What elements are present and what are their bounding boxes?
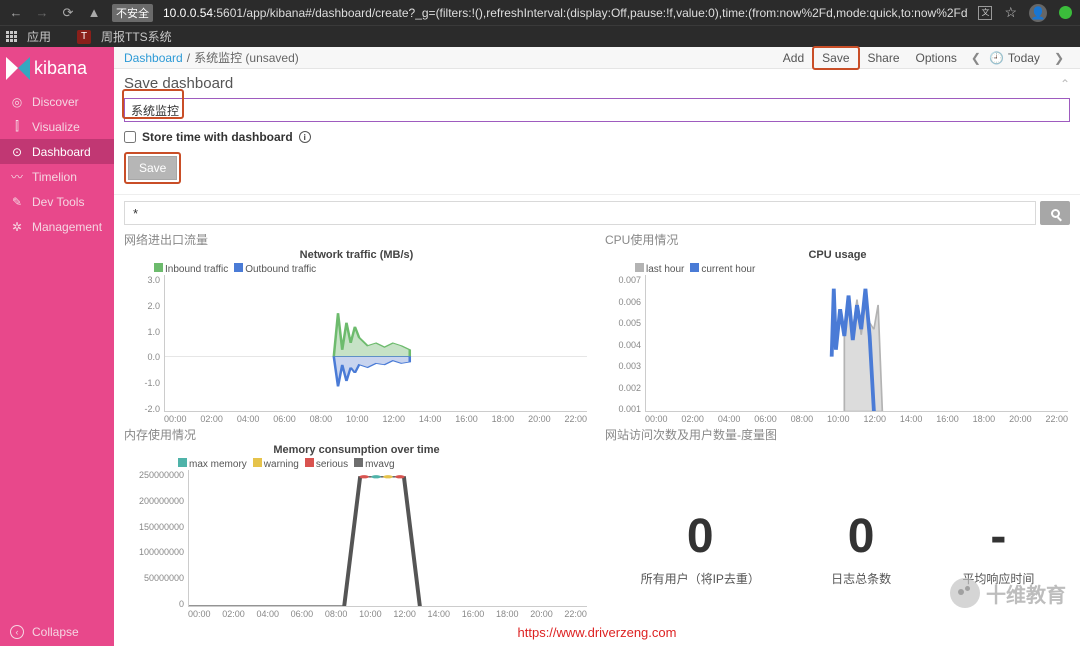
- panel-title: 网站访问次数及用户数量-度量图: [605, 426, 1070, 444]
- apps-label[interactable]: 应用: [27, 28, 51, 45]
- collapse-label: Collapse: [32, 625, 79, 639]
- watermark: 十维教育: [950, 578, 1066, 608]
- bookmark-star-icon[interactable]: ☆: [1004, 4, 1017, 21]
- sidebar-nav: ◎ Discover ⫿ Visualize ⊙ Dashboard 〰 Timelio…: [0, 89, 114, 239]
- address-bar[interactable]: 10.0.0.54:5601/app/kibana#/dashboard/cre…: [163, 6, 968, 20]
- panel-cpu: CPU使用情况 CPU usage last hour current hour…: [605, 231, 1070, 426]
- info-icon[interactable]: i: [299, 131, 311, 143]
- clock-icon: 🕘: [989, 51, 1004, 65]
- time-range[interactable]: Today: [1006, 48, 1048, 68]
- panel-title: 网络进出口流量: [124, 231, 589, 249]
- sidebar-item-management[interactable]: ✲ Management: [0, 214, 114, 239]
- footer-url: https://www.driverzeng.com: [114, 625, 1080, 640]
- browser-toolbar: ← → ⟳ ▲ 不安全 10.0.0.54:5601/app/kibana#/d…: [0, 0, 1080, 25]
- wechat-icon: [950, 578, 980, 608]
- chart-network: 3.02.01.00.0-1.0-2.0 00:0002:0004:0006:0…: [124, 275, 589, 426]
- sidebar-item-devtools[interactable]: ✎ Dev Tools: [0, 189, 114, 214]
- profile-icon[interactable]: 👤: [1029, 4, 1047, 22]
- visualize-icon: ⫿: [10, 119, 24, 134]
- collapse-sidebar[interactable]: ‹ Collapse: [0, 618, 114, 646]
- sidebar-label: Dashboard: [32, 145, 91, 159]
- crumb-dashboard[interactable]: Dashboard: [124, 51, 183, 65]
- forward-icon[interactable]: →: [34, 5, 50, 20]
- sidebar-label: Dev Tools: [32, 195, 84, 209]
- collapse-icon: ‹: [10, 625, 24, 639]
- sidebar-item-dashboard[interactable]: ⊙ Dashboard: [0, 139, 114, 164]
- chart-memory: 2500000002000000001500000001000000005000…: [124, 470, 589, 621]
- back-icon[interactable]: ←: [8, 5, 24, 20]
- reload-icon[interactable]: ⟳: [60, 5, 76, 21]
- search-icon: [1051, 209, 1060, 218]
- sidebar-item-discover[interactable]: ◎ Discover: [0, 89, 114, 114]
- save-tab-button[interactable]: Save: [812, 46, 859, 70]
- share-button[interactable]: Share: [860, 48, 908, 68]
- search-submit-button[interactable]: [1040, 201, 1070, 225]
- legend-swatch-outbound: [234, 263, 243, 272]
- bookmark-tts[interactable]: 周报TTS系统: [101, 28, 172, 45]
- discover-icon: ◎: [10, 95, 24, 109]
- management-icon: ✲: [10, 220, 24, 234]
- sidebar-label: Management: [32, 220, 102, 234]
- dashboard-grid: 网络进出口流量 Network traffic (MB/s) Inbound t…: [114, 231, 1080, 646]
- save-button-highlight: Save: [124, 152, 181, 184]
- chart-cpu: 0.0070.0060.0050.0040.0030.0020.001 00:0…: [605, 275, 1070, 426]
- sidebar-label: Discover: [32, 95, 79, 109]
- breadcrumb-bar: Dashboard / 系统监控 (unsaved) Add Save Shar…: [114, 47, 1080, 69]
- legend-swatch-last: [635, 263, 644, 272]
- save-dashboard-button[interactable]: Save: [128, 156, 177, 180]
- tts-favicon[interactable]: T: [77, 30, 91, 44]
- dashboard-name-input[interactable]: [124, 98, 1070, 122]
- legend: Inbound traffic Outbound traffic: [154, 263, 589, 275]
- search-row: [114, 195, 1080, 231]
- time-prev-icon[interactable]: ❮: [965, 51, 987, 65]
- store-time-label: Store time with dashboard: [142, 130, 293, 144]
- query-input[interactable]: [124, 201, 1036, 225]
- insecure-icon: ▲: [86, 5, 102, 20]
- metric-logs: 0日志总条数: [831, 509, 891, 587]
- brand[interactable]: kibana: [0, 47, 114, 89]
- dashboard-icon: ⊙: [10, 145, 24, 159]
- chart-title: Memory consumption over time: [124, 444, 589, 456]
- legend: max memory warning serious mvavg: [178, 458, 589, 470]
- save-panel: Save dashboard ⌃ Store time with dashboa…: [114, 69, 1080, 195]
- legend-swatch-inbound: [154, 263, 163, 272]
- sidebar-item-visualize[interactable]: ⫿ Visualize: [0, 114, 114, 139]
- add-button[interactable]: Add: [775, 48, 812, 68]
- panel-collapse-icon[interactable]: ⌃: [1060, 77, 1070, 91]
- metric-users: 0所有用户（将IP去重）: [641, 509, 760, 587]
- workspace: Dashboard / 系统监控 (unsaved) Add Save Shar…: [114, 47, 1080, 646]
- legend-swatch-current: [690, 263, 699, 272]
- brand-text: kibana: [34, 58, 87, 79]
- sidebar-item-timelion[interactable]: 〰 Timelion: [0, 164, 114, 189]
- sidebar: kibana ◎ Discover ⫿ Visualize ⊙ Dashboard 〰…: [0, 47, 114, 646]
- panel-title: 内存使用情况: [124, 426, 589, 444]
- panel-title: CPU使用情况: [605, 231, 1070, 249]
- sidebar-label: Timelion: [32, 170, 77, 184]
- time-next-icon[interactable]: ❯: [1048, 51, 1070, 65]
- save-panel-title: Save dashboard: [124, 75, 233, 92]
- options-button[interactable]: Options: [908, 48, 965, 68]
- legend: last hour current hour: [635, 263, 1070, 275]
- metric-response: -平均响应时间: [962, 509, 1034, 587]
- panel-network: 网络进出口流量 Network traffic (MB/s) Inbound t…: [124, 231, 589, 426]
- chart-title: CPU usage: [605, 249, 1070, 261]
- bookmarks-bar: 应用 T 周报TTS系统: [0, 25, 1080, 47]
- security-badge[interactable]: 不安全: [112, 4, 153, 22]
- translate-icon[interactable]: 文: [978, 6, 992, 20]
- kibana-logo-icon: [6, 57, 30, 80]
- timelion-icon: 〰: [10, 168, 24, 185]
- extension-icon[interactable]: [1059, 6, 1072, 19]
- devtools-icon: ✎: [10, 195, 24, 209]
- sidebar-label: Visualize: [32, 120, 80, 134]
- panel-memory: 内存使用情况 Memory consumption over time max …: [124, 426, 589, 621]
- store-time-checkbox[interactable]: [124, 131, 136, 143]
- apps-icon[interactable]: [6, 31, 17, 42]
- crumb-current: 系统监控 (unsaved): [194, 49, 299, 66]
- chart-title: Network traffic (MB/s): [124, 249, 589, 261]
